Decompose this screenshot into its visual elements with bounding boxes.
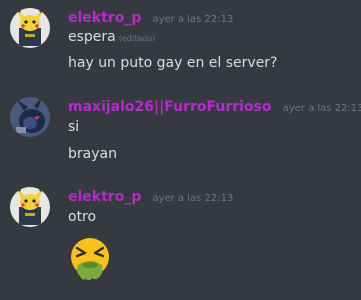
message-text: espera (editado)	[68, 29, 155, 45]
chat-messages: elektro_p ayer a las 22:13 espera (editad…	[0, 0, 361, 300]
author-name[interactable]: maxijalo26||FurroFurrioso	[68, 99, 272, 115]
message-line: otro	[68, 209, 97, 225]
message-text: otro	[68, 209, 96, 225]
message-header: elektro_p ayer a las 22:13	[68, 186, 233, 205]
message-line: hay un puto gay en el server?	[68, 55, 278, 71]
message-timestamp: ayer a las 22:13	[152, 14, 234, 25]
author-name[interactable]: elektro_p	[68, 10, 141, 26]
message-line: si	[68, 119, 80, 135]
author-name[interactable]: elektro_p	[68, 189, 141, 205]
message-text: brayan	[68, 146, 117, 162]
pikachu-avatar-icon[interactable]	[10, 8, 50, 48]
message-timestamp: ayer a las 22:13	[282, 103, 361, 114]
message-header: elektro_p ayer a las 22:13	[68, 7, 233, 26]
message-line: brayan	[68, 146, 117, 162]
vomiting-face-emoji[interactable]	[66, 235, 114, 283]
message-text: hay un puto gay en el server?	[68, 55, 278, 71]
message-timestamp: ayer a las 22:13	[152, 193, 234, 204]
message-header: maxijalo26||FurroFurrioso ayer a las 22:…	[68, 96, 361, 115]
pikachu-avatar-icon[interactable]	[10, 187, 50, 227]
message-text: si	[68, 119, 79, 135]
lucario-avatar-icon[interactable]	[10, 97, 50, 137]
edited-label: (editado)	[118, 34, 156, 43]
message-line: espera	[68, 29, 116, 45]
